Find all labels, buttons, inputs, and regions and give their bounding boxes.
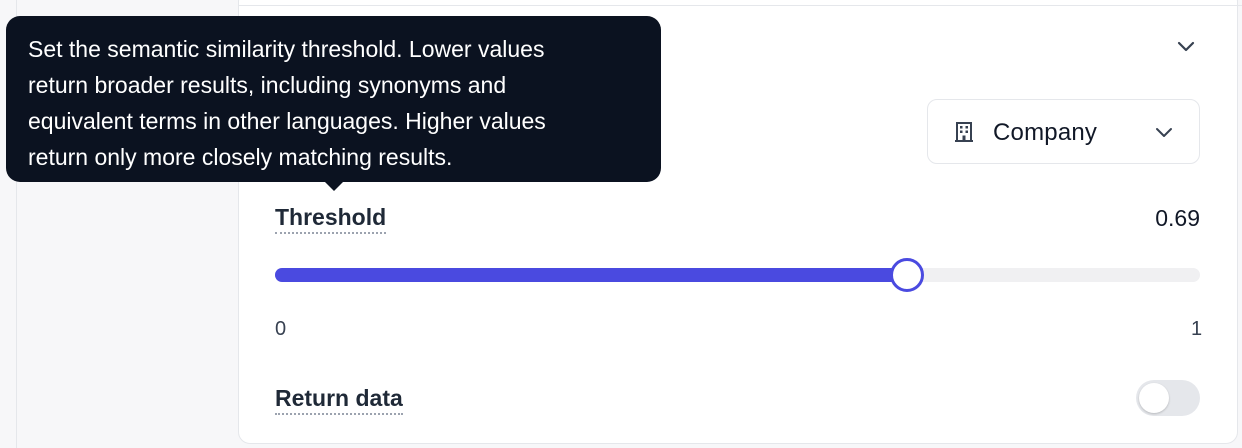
threshold-label[interactable]: Threshold [275,204,387,234]
return-data-toggle[interactable] [1136,380,1200,416]
slider-max-label: 1 [1191,318,1203,340]
threshold-tooltip: Set the semantic similarity threshold. L… [6,16,661,182]
entity-type-select[interactable]: Company [927,99,1200,164]
toggle-knob [1139,383,1169,413]
collapse-chevron-icon[interactable] [1174,34,1198,58]
building-icon [952,120,976,144]
tooltip-line: Set the semantic similarity threshold. L… [28,36,545,62]
panel-divider [238,5,1242,6]
tooltip-arrow [323,180,345,191]
threshold-value: 0.69 [1155,205,1200,231]
tooltip-line: return broader results, including synony… [28,72,507,98]
entity-select-value: Company [993,119,1098,146]
tooltip-line: equivalent terms in other languages. Hig… [28,108,546,134]
tooltip-line: return only more closely matching result… [28,144,453,170]
slider-thumb[interactable] [889,258,924,292]
return-data-label[interactable]: Return data [275,385,403,415]
slider-min-label: 0 [275,318,287,340]
chevron-down-icon [1152,120,1176,144]
slider-fill [275,268,907,282]
threshold-slider[interactable] [275,258,1200,292]
